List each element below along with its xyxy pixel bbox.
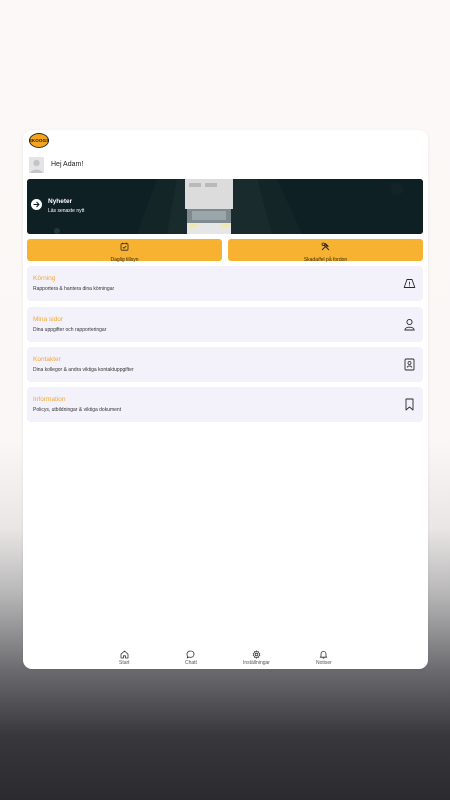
tab-label: Start: [119, 660, 130, 666]
menu-item-description: Dina uppgifter och rapporteringar: [33, 327, 107, 333]
tab-label: Notiser: [316, 660, 332, 666]
menu-item-title: Körning: [33, 275, 56, 282]
home-icon: [120, 650, 129, 659]
arrow-right-icon[interactable]: [31, 199, 42, 210]
app-card: SKOOGS Hej Adam! Nyheter Läs senaste nyt…: [23, 130, 428, 669]
menu-item-mina-sidor[interactable]: Mina sidor Dina uppgifter och rapporteri…: [27, 307, 423, 342]
vehicle-damage-button[interactable]: Skada/fel på fordon: [228, 238, 423, 263]
avatar-placeholder-icon: [30, 159, 43, 173]
news-banner-image: [27, 179, 423, 234]
daily-inspection-button[interactable]: Daglig tillsyn: [27, 238, 222, 263]
menu-item-korning[interactable]: Körning Rapportera & hantera dina körnin…: [27, 266, 423, 301]
menu-item-title: Kontakter: [33, 356, 61, 363]
hammer-wrench-icon: [321, 238, 330, 256]
menu-item-title: Mina sidor: [33, 316, 63, 323]
calendar-check-icon: [120, 238, 129, 256]
menu-item-description: Dina kollegor & andra viktiga kontaktupp…: [33, 367, 134, 373]
bottom-tab-bar: Start Chatt Inställningar Notiser: [23, 648, 428, 669]
chat-icon: [187, 650, 195, 659]
logo-text: SKOOGS: [28, 138, 50, 143]
skoogs-logo: SKOOGS: [29, 133, 49, 148]
daily-inspection-label: Daglig tillsyn: [110, 256, 139, 263]
menu-item-description: Policys, utbildningar & viktiga dokument: [33, 407, 122, 413]
contact-card-icon: [404, 358, 415, 371]
menu-item-information[interactable]: Information Policys, utbildningar & vikt…: [27, 387, 423, 422]
bell-icon: [320, 651, 328, 659]
news-banner[interactable]: Nyheter Läs senaste nytt: [27, 179, 423, 234]
menu-item-title: Information: [33, 396, 66, 403]
greeting-text: Hej Adam!: [51, 161, 84, 168]
news-banner-subtitle: Läs senaste nytt: [48, 208, 85, 214]
bookmark-icon: [405, 398, 414, 411]
avatar[interactable]: [29, 157, 44, 173]
user-icon: [404, 318, 415, 331]
tab-label: Inställningar: [243, 660, 270, 666]
menu-item-description: Rapportera & hantera dina körningar: [33, 286, 115, 292]
tab-start[interactable]: Start: [119, 650, 130, 666]
tab-installningar[interactable]: Inställningar: [243, 650, 270, 666]
gear-icon: [252, 650, 261, 659]
menu-item-kontakter[interactable]: Kontakter Dina kollegor & andra viktiga …: [27, 347, 423, 382]
tab-label: Chatt: [185, 660, 197, 666]
road-warning-icon: [403, 279, 416, 288]
tab-chatt[interactable]: Chatt: [185, 650, 197, 666]
tab-notiser[interactable]: Notiser: [316, 650, 332, 666]
news-banner-title: Nyheter: [48, 198, 73, 205]
vehicle-damage-label: Skada/fel på fordon: [303, 256, 348, 263]
